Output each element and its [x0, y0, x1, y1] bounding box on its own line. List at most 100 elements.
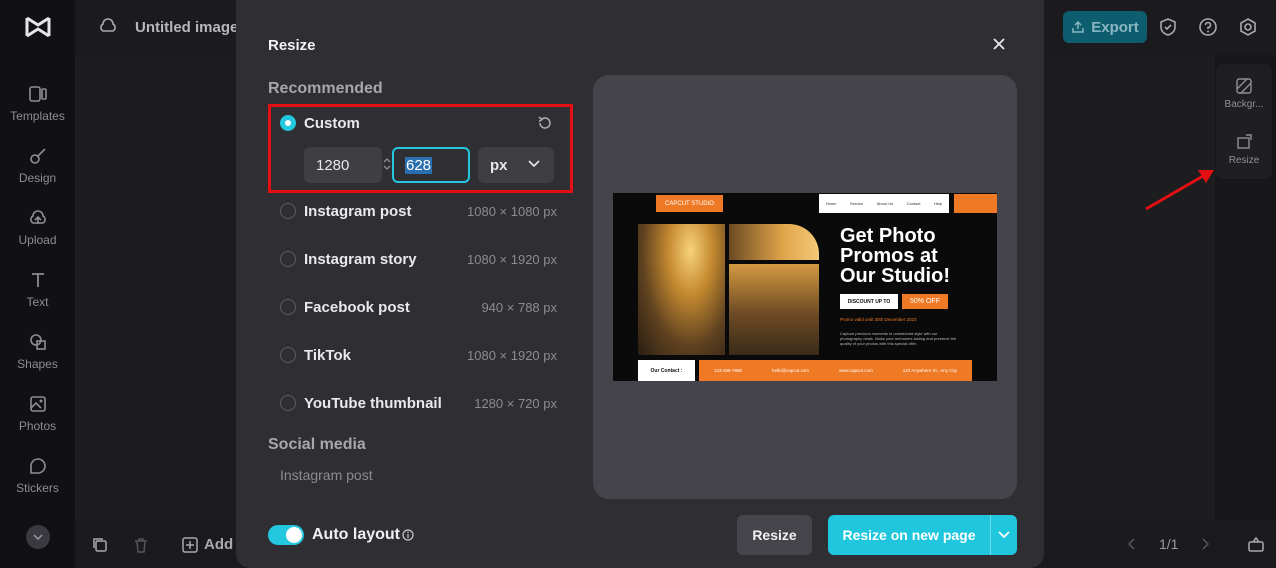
option-youtube-thumbnail[interactable]: YouTube thumbnail: [304, 395, 442, 412]
close-icon: [993, 38, 1005, 50]
rail-item-label: Text: [26, 295, 49, 309]
resize-label: Resize: [1228, 155, 1260, 166]
rail-item-text[interactable]: Text: [0, 270, 75, 309]
poster-contact-item: hello@capcut.com: [771, 368, 810, 373]
settings-icon[interactable]: [1238, 17, 1258, 37]
rail-item-label: Photos: [18, 419, 57, 433]
social-media-heading: Social media: [268, 436, 366, 453]
background-tool[interactable]: Backgr...: [1216, 78, 1272, 110]
poster-nav: Home Service About Us Contact Help: [819, 194, 949, 213]
shapes-icon: [29, 334, 46, 350]
rail-item-stickers[interactable]: Stickers: [0, 456, 75, 495]
export-label: Export: [1091, 18, 1139, 36]
dialog-title: Resize: [268, 37, 316, 54]
resize-on-new-page-label: Resize on new page: [842, 527, 976, 543]
resize-tool[interactable]: Resize: [1216, 134, 1272, 166]
option-facebook-post[interactable]: Facebook post: [304, 299, 410, 316]
resize-icon: [1237, 134, 1252, 149]
info-icon[interactable]: [402, 529, 414, 541]
annotation-arrow-icon: [1145, 170, 1214, 211]
photos-icon: [29, 396, 46, 412]
poster-nav-item: About Us: [876, 201, 894, 206]
prev-page-icon[interactable]: [1127, 538, 1137, 550]
add-label: Add: [204, 536, 234, 553]
option-radio[interactable]: [280, 347, 296, 363]
background-label: Backgr...: [1224, 99, 1264, 110]
text-icon: [31, 273, 44, 287]
rail-item-photos[interactable]: Photos: [0, 394, 75, 433]
option-size: 1080 × 1920 px: [467, 348, 557, 363]
poster-contact-strip: 123-456-7890 hello@capcut.com www.capcut…: [699, 360, 972, 381]
recommended-heading: Recommended: [268, 80, 383, 97]
poster-nav-item: Service: [849, 201, 864, 206]
option-size: 1080 × 1080 px: [467, 204, 557, 219]
app: Templates Design Upload Text Shapes Phot…: [0, 0, 1276, 568]
rail-item-label: Templates: [10, 109, 65, 123]
chevron-down-icon: [997, 531, 1010, 539]
help-icon[interactable]: [1198, 17, 1218, 37]
poster-tag: CAPCUT STUDIO: [656, 195, 723, 212]
option-size: 1280 × 720 px: [474, 396, 557, 411]
document-title[interactable]: Untitled image: [135, 19, 238, 36]
export-button[interactable]: Export: [1063, 11, 1147, 43]
rail-item-label: Shapes: [17, 357, 58, 371]
pages-panel-icon[interactable]: [1247, 535, 1265, 553]
right-panel: Backgr... Resize: [1216, 64, 1272, 179]
option-instagram-story[interactable]: Instagram story: [304, 251, 417, 268]
option-radio[interactable]: [280, 203, 296, 219]
close-button[interactable]: [989, 34, 1009, 54]
poster-discount-button: DISCOUNT UP TO: [840, 294, 898, 309]
option-size: 940 × 788 px: [481, 300, 557, 315]
background-icon: [1236, 78, 1252, 94]
capcut-logo-icon[interactable]: [24, 14, 52, 40]
next-page-icon[interactable]: [1200, 538, 1210, 550]
highlight-box: [268, 104, 573, 193]
poster-photo: [729, 224, 819, 260]
add-page-button[interactable]: Add: [182, 536, 233, 553]
poster-contact-label: Our Contact :: [638, 360, 695, 381]
option-instagram-post[interactable]: Instagram post: [304, 203, 412, 220]
design-icon: [29, 148, 46, 164]
cloud-icon[interactable]: [98, 17, 118, 35]
templates-icon: [28, 86, 47, 102]
social-instagram-post[interactable]: Instagram post: [280, 467, 373, 483]
rail-item-design[interactable]: Design: [0, 146, 75, 185]
auto-layout-toggle[interactable]: [268, 525, 304, 545]
option-tiktok[interactable]: TikTok: [304, 347, 351, 364]
option-radio[interactable]: [280, 395, 296, 411]
option-radio[interactable]: [280, 299, 296, 315]
delete-icon[interactable]: [133, 537, 149, 553]
poster-headline: Get Photo Promos at Our Studio!: [840, 225, 950, 287]
option-radio[interactable]: [280, 251, 296, 267]
rail-item-label: Stickers: [16, 481, 59, 495]
collapse-icon[interactable]: [26, 525, 50, 549]
left-rail: Templates Design Upload Text Shapes Phot…: [0, 0, 75, 568]
resize-button[interactable]: Resize: [737, 515, 812, 555]
upload-icon: [29, 210, 46, 224]
rail-item-shapes[interactable]: Shapes: [0, 332, 75, 371]
poster-nav-item: Home: [825, 201, 837, 206]
resize-on-new-page-button[interactable]: Resize on new page: [828, 515, 1017, 555]
rail-item-label: Upload: [18, 233, 57, 247]
more-options-button[interactable]: [990, 515, 1017, 555]
poster-corner: [954, 194, 997, 213]
preview-poster: CAPCUT STUDIO Home Service About Us Cont…: [613, 193, 997, 381]
auto-layout-label: Auto layout: [312, 526, 400, 543]
rail-item-upload[interactable]: Upload: [0, 208, 75, 247]
rail-item-label: Design: [18, 171, 57, 185]
shield-icon[interactable]: [1158, 17, 1178, 37]
poster-contact-item: www.capcut.com: [839, 368, 873, 373]
poster-discount-value: 50% OFF: [902, 294, 948, 309]
poster-photo: [638, 224, 725, 355]
poster-nav-item: Contact: [906, 201, 921, 206]
duplicate-icon[interactable]: [92, 537, 108, 553]
resize-dialog: Resize Recommended Custom 1280 628 px In…: [236, 0, 1044, 568]
rail-item-templates[interactable]: Templates: [0, 84, 75, 123]
poster-contact-item: 123-456-7890: [713, 368, 742, 373]
add-page-icon: [182, 536, 198, 553]
poster-contact-item: 123 Anywhere St., Any City: [902, 368, 957, 373]
export-icon: [1072, 20, 1084, 33]
option-size: 1080 × 1920 px: [467, 252, 557, 267]
poster-photo: [729, 264, 819, 355]
stickers-icon: [29, 458, 46, 474]
